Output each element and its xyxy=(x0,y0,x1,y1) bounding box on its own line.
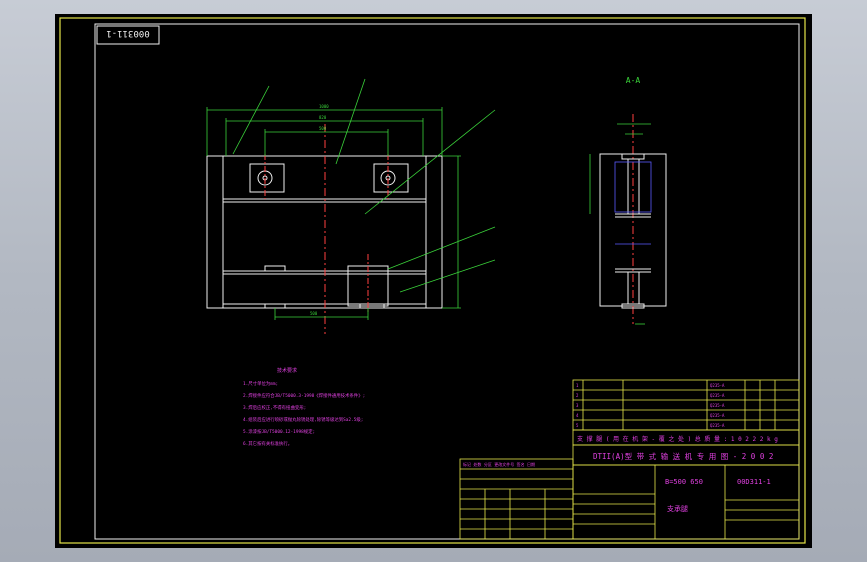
svg-text:500: 500 xyxy=(310,311,318,316)
title-header-row: 支 撑 腿 ( 用 在 机 架 - 覆 之 处 ) 总 质 量 : 1 0 2 … xyxy=(577,435,778,443)
tech-note-1: 1.尺寸单位为mm; xyxy=(243,380,278,387)
svg-text:500: 500 xyxy=(319,126,327,131)
product-title: DTII(A)型 带 式 输 送 机 专 用 图 - 2 0 0 2 xyxy=(593,451,773,461)
parts-row-3: 3 xyxy=(576,403,579,408)
outer-frame xyxy=(59,17,806,544)
title-stamp: 000311-1 xyxy=(106,28,149,38)
tech-note-4: 4.组装后应进行喷砂或抛丸除锈处理,除锈等级达到Sa2.5级; xyxy=(243,416,363,423)
bearing-plate-right xyxy=(373,163,409,193)
tech-note-5: 5.涂漆按JB/T5000.12-1998规定; xyxy=(243,428,315,435)
spec-text: B=500 650 xyxy=(665,478,703,486)
material-5: Q235-A xyxy=(710,423,725,428)
section-view xyxy=(589,114,667,325)
tech-notes-heading: 技术要求 xyxy=(277,367,297,374)
material-3: Q235-A xyxy=(710,403,725,408)
material-4: Q235-A xyxy=(710,413,725,418)
parts-row-1: 1 xyxy=(576,383,579,388)
inner-frame xyxy=(94,23,800,540)
material-1: Q235-A xyxy=(710,383,725,388)
revision-header: 标记 处数 分区 更改文件号 签名 日期 xyxy=(463,461,535,467)
tech-note-3: 3.焊后应校正,不得有扭曲变形; xyxy=(243,404,306,411)
cad-drawing: 000311-1 1000 820 500 500 A-A 技术要求 1.尺寸单… xyxy=(59,17,806,544)
parts-row-2: 2 xyxy=(576,393,579,398)
parts-row-5: 5 xyxy=(576,423,579,428)
section-label: A-A xyxy=(626,76,641,85)
svg-text:820: 820 xyxy=(319,115,327,120)
title-block: 1 2 3 4 5 Q235-A Q235-A Q235-A Q235-A Q2… xyxy=(459,379,800,540)
tech-note-2: 2.焊接件应符合JB/T5000.3-1998《焊接件通用技术条件》; xyxy=(243,392,365,399)
material-2: Q235-A xyxy=(710,393,725,398)
parts-row-4: 4 xyxy=(576,413,579,418)
tech-note-6: 6.其它按有关标准执行。 xyxy=(243,440,292,447)
part-name: 支承腿 xyxy=(667,504,688,513)
tech-notes: 技术要求 1.尺寸单位为mm; 2.焊接件应符合JB/T5000.3-1998《… xyxy=(243,367,365,447)
svg-text:1000: 1000 xyxy=(319,104,329,109)
front-view: 1000 820 500 500 xyxy=(206,78,496,334)
drawing-number: 00D311-1 xyxy=(737,478,771,486)
drawing-sheet: 000311-1 1000 820 500 500 A-A 技术要求 1.尺寸单… xyxy=(55,14,812,548)
